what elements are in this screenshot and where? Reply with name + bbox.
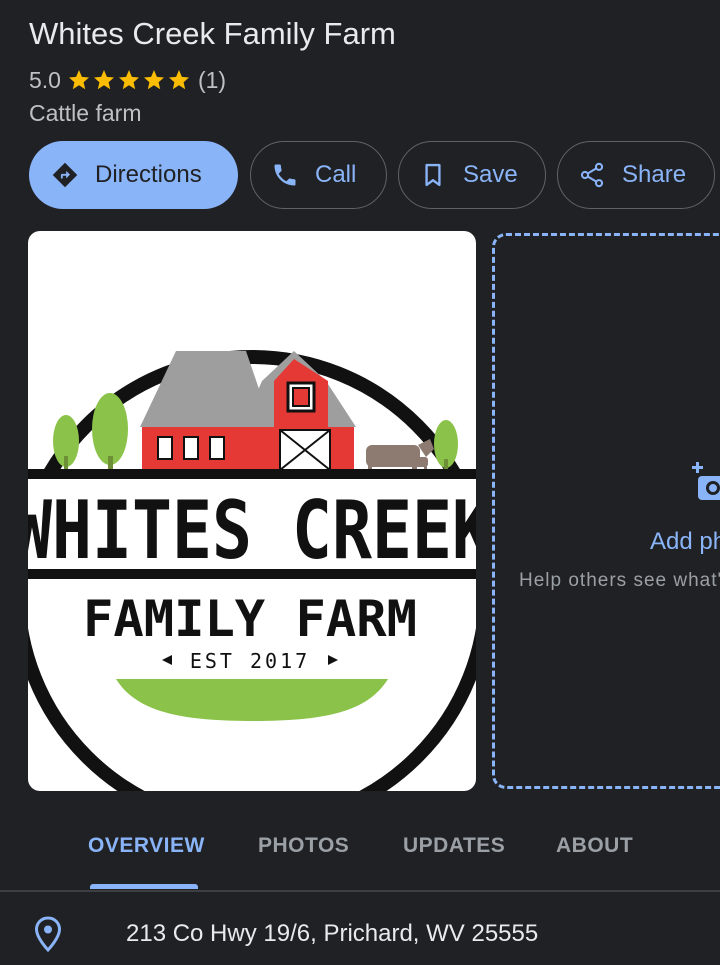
- tab-updates[interactable]: UPDATES: [403, 834, 505, 858]
- tab-about[interactable]: ABOUT: [556, 834, 633, 858]
- add-photos-card[interactable]: [492, 233, 720, 789]
- add-photos-title[interactable]: Add photos: [650, 528, 720, 556]
- tab-overview[interactable]: OVERVIEW: [88, 834, 205, 858]
- place-tabs: OVERVIEW PHOTOS UPDATES ABOUT: [0, 820, 720, 890]
- active-tab-indicator: [90, 884, 198, 889]
- location-pin-icon: [34, 916, 62, 952]
- add-photo-camera-icon: [692, 462, 720, 500]
- address-text[interactable]: 213 Co Hwy 19/6, Prichard, WV 25555: [126, 920, 538, 948]
- divider: [0, 890, 720, 892]
- add-photos-subtitle: Help others see what's here: [519, 570, 720, 591]
- tab-photos[interactable]: PHOTOS: [258, 834, 349, 858]
